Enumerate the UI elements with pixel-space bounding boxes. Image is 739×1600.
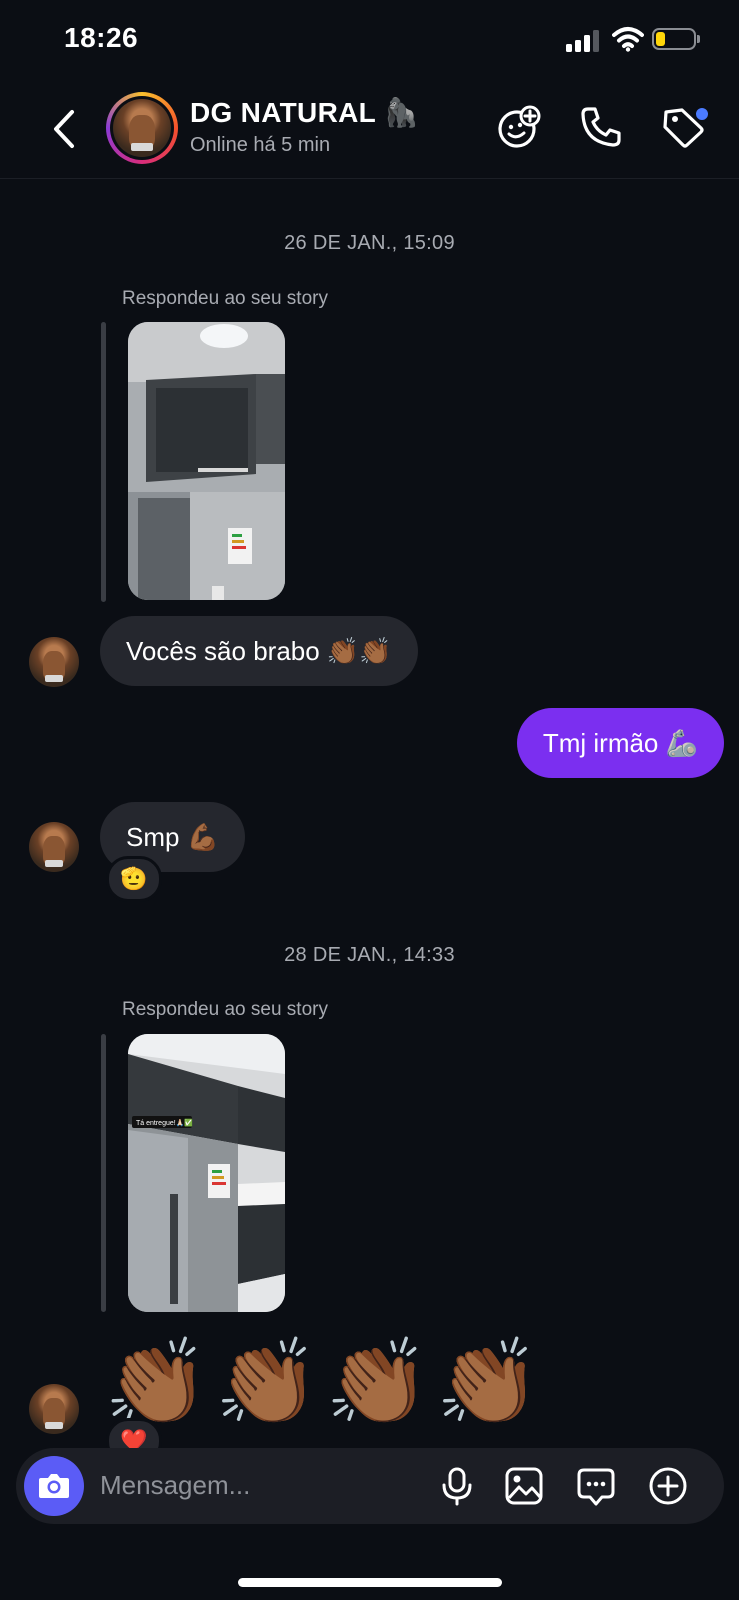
chevron-left-icon[interactable]: [50, 108, 78, 150]
contact-status: Online há 5 min: [190, 134, 331, 156]
message-input[interactable]: Mensagem...: [100, 1470, 250, 1501]
incoming-message[interactable]: Vocês são brabo 👏🏾👏🏾: [100, 616, 418, 686]
microphone-icon[interactable]: [437, 1466, 477, 1506]
message-reaction[interactable]: 🫡: [106, 856, 162, 902]
wifi-icon: [612, 27, 644, 52]
camera-button[interactable]: [24, 1456, 84, 1516]
chat-bubble-icon[interactable]: [576, 1466, 616, 1506]
phone-icon[interactable]: [578, 104, 624, 150]
reply-bar: [101, 1034, 106, 1312]
sender-avatar[interactable]: [29, 637, 79, 687]
camera-icon: [39, 1474, 69, 1498]
story-reply-label: Respondeu ao seu story: [122, 288, 328, 309]
emoji-message[interactable]: 👏🏾👏🏾👏🏾👏🏾: [104, 1332, 546, 1432]
story-caption: Tá entregue!🙏🏻✅: [136, 1118, 193, 1127]
notification-dot: [694, 106, 710, 122]
story-thumbnail[interactable]: [128, 322, 285, 600]
plus-circle-icon[interactable]: [648, 1466, 688, 1506]
kitchen-story-image: [128, 322, 285, 600]
sender-avatar[interactable]: [29, 1384, 79, 1434]
header-divider: [0, 178, 739, 179]
avatar[interactable]: [106, 92, 178, 164]
story-thumbnail[interactable]: Tá entregue!🙏🏻✅: [128, 1034, 285, 1312]
reply-bar: [101, 322, 106, 602]
outgoing-message[interactable]: Tmj irmão 🦾: [516, 708, 724, 778]
contact-name[interactable]: DG NATURAL 🦍: [190, 96, 419, 129]
cellular-signal-icon: [566, 30, 602, 52]
date-separator: 28 DE JAN., 14:33: [284, 944, 455, 966]
home-indicator: [238, 1578, 502, 1587]
add-emoji-icon[interactable]: [496, 104, 542, 150]
sender-avatar[interactable]: [29, 822, 79, 872]
gallery-icon[interactable]: [504, 1466, 544, 1506]
status-time: 18:26: [64, 22, 139, 53]
date-separator: 26 DE JAN., 15:09: [284, 232, 455, 254]
story-reply-label: Respondeu ao seu story: [122, 999, 328, 1020]
battery-icon: [652, 28, 700, 50]
fridge-story-image: Tá entregue!🙏🏻✅: [128, 1034, 285, 1312]
